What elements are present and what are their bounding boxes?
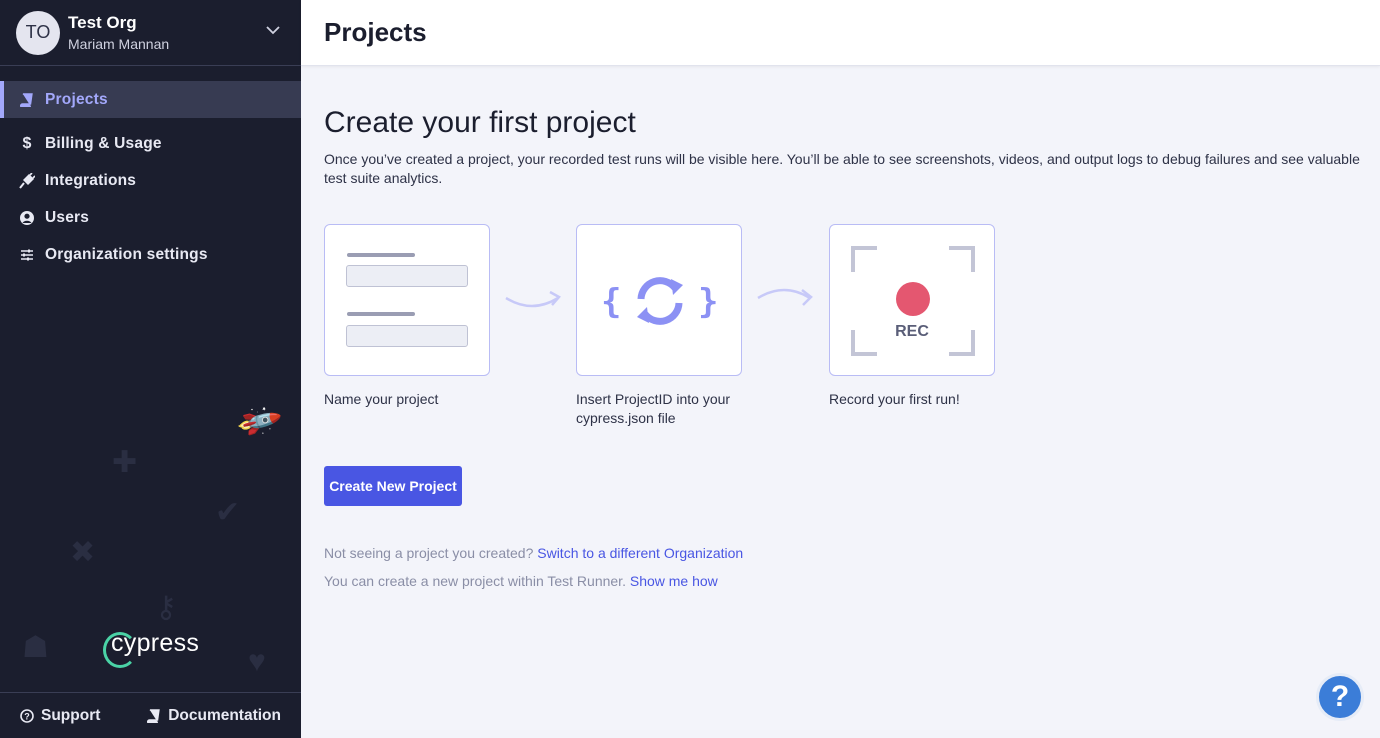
- create-new-project-button[interactable]: Create New Project: [324, 466, 462, 506]
- switch-organization-link[interactable]: Switch to a different Organization: [537, 545, 743, 561]
- svg-text:}: }: [698, 282, 718, 322]
- org-user-name: Mariam Mannan: [68, 36, 170, 52]
- step-label: Record your first run!: [829, 391, 960, 407]
- plug-icon: [18, 172, 36, 190]
- heart-icon: ♥: [248, 645, 266, 678]
- project-id-illustration: { }: [576, 224, 742, 376]
- sidebar-item-label: Users: [45, 208, 90, 226]
- org-name: Test Org: [68, 13, 137, 32]
- cypress-logo: cypress: [103, 629, 199, 668]
- book-icon: [18, 91, 36, 109]
- page-title: Projects: [324, 17, 427, 47]
- org-switcher[interactable]: TO Test Org Mariam Mannan: [0, 0, 301, 66]
- sidebar-item-users[interactable]: Users: [0, 199, 301, 236]
- book-icon: [147, 708, 160, 723]
- sync-icon: { }: [601, 277, 718, 325]
- sidebar-item-label: Organization settings: [45, 245, 208, 263]
- page-header: Projects: [301, 0, 1380, 66]
- chevron-down-icon[interactable]: [265, 22, 281, 38]
- test-runner-hint: You can create a new project within Test…: [324, 573, 718, 589]
- dollar-icon: $: [22, 134, 32, 152]
- arrow-icon: [757, 288, 813, 306]
- sidebar-item-organization-settings[interactable]: Organization settings: [0, 236, 301, 273]
- empty-state: Create your first project Once you’ve cr…: [324, 106, 1364, 589]
- rec-badge: REC: [895, 323, 929, 340]
- step-label: Name your project: [324, 391, 439, 407]
- show-me-how-link[interactable]: Show me how: [630, 573, 718, 589]
- sidebar-item-label: Billing & Usage: [45, 134, 162, 152]
- sidebar-item-projects[interactable]: Projects: [0, 81, 301, 118]
- switch-org-hint: Not seeing a project you created? Switch…: [324, 545, 744, 561]
- arrow-icon: [505, 290, 561, 308]
- empty-state-headline: Create your first project: [324, 106, 636, 139]
- sidebar: TO Test Org Mariam Mannan Projects $ Bil…: [0, 0, 301, 738]
- svg-text:{: {: [601, 282, 621, 322]
- step-label: Insert ProjectID into your cypress.json …: [576, 391, 731, 426]
- onboarding-steps: Name your project { } Insert ProjectID i…: [324, 224, 1024, 434]
- close-icon: ✖: [70, 536, 96, 569]
- sidebar-item-label: Integrations: [45, 171, 137, 189]
- record-run-illustration: REC: [829, 224, 995, 376]
- sidebar-item-integrations[interactable]: Integrations: [0, 162, 301, 199]
- svg-text:?: ?: [24, 711, 30, 721]
- main-content: Projects Create your first project Once …: [301, 0, 1380, 738]
- puzzle-icon: ✚: [112, 446, 138, 479]
- cat-icon: ☗: [22, 631, 49, 664]
- rocket-icon: 🚀: [234, 398, 284, 447]
- key-icon: ⚷: [155, 591, 177, 624]
- sidebar-footer: ? Support Documentation: [0, 692, 301, 738]
- sidebar-nav: Projects $ Billing & Usage Integrations …: [0, 81, 301, 273]
- documentation-link[interactable]: Documentation: [147, 707, 281, 725]
- check-icon: ✔: [215, 496, 241, 529]
- avatar: TO: [16, 10, 60, 55]
- support-link[interactable]: ? Support: [20, 707, 100, 725]
- sliders-icon: [18, 246, 36, 264]
- sidebar-item-label: Projects: [45, 90, 108, 108]
- sidebar-item-billing[interactable]: $ Billing & Usage: [0, 125, 301, 162]
- empty-state-description: Once you’ve created a project, your reco…: [324, 151, 1360, 186]
- help-button[interactable]: ?: [1316, 673, 1364, 721]
- name-project-illustration: [324, 224, 490, 376]
- question-circle-icon: ?: [20, 708, 34, 723]
- user-circle-icon: [18, 209, 36, 227]
